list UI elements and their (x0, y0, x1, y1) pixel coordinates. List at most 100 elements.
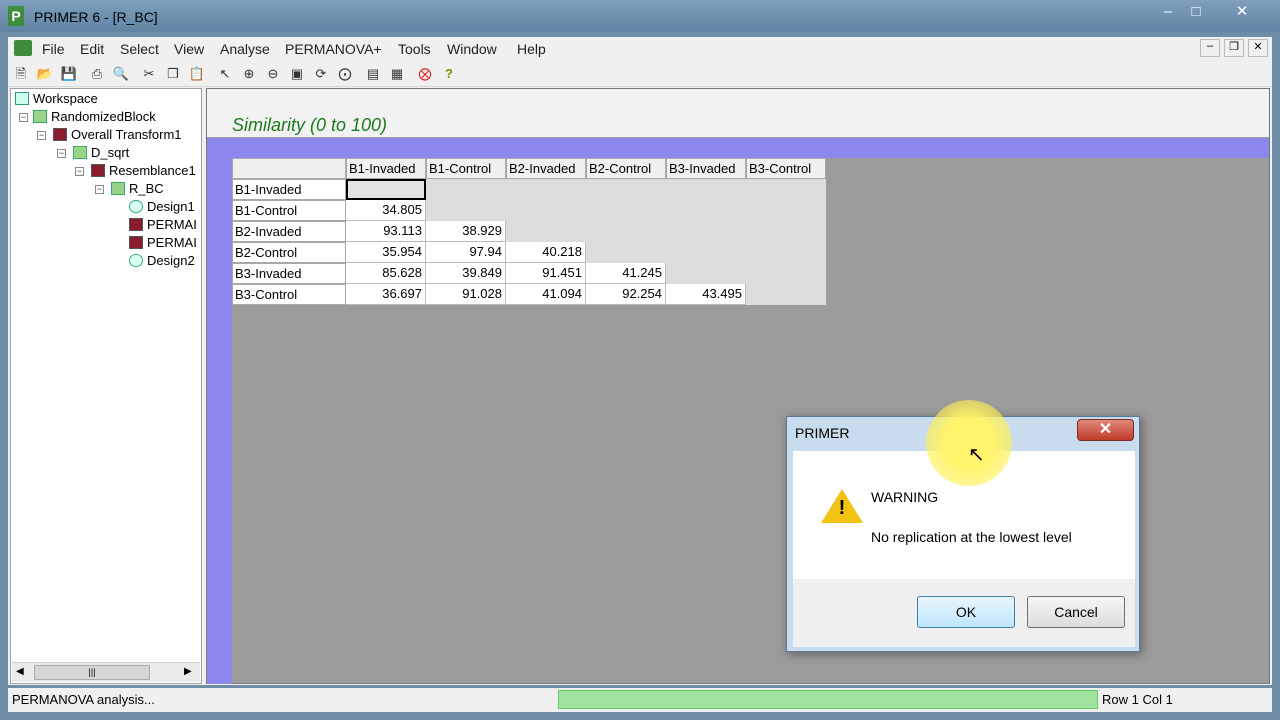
mdi-restore-button[interactable]: ❐ (1224, 39, 1244, 57)
workspace-tree: Workspace − RandomizedBlock − Overall Tr… (10, 88, 202, 684)
row-header[interactable]: B1-Control (232, 200, 346, 221)
tree-node-resemblance[interactable]: Resemblance1 (91, 163, 196, 178)
matrix-cell[interactable]: 97.94 (426, 242, 506, 263)
column-header[interactable]: B1-Invaded (346, 158, 426, 179)
grid-left-border (207, 158, 232, 684)
resemblance-icon (91, 164, 105, 177)
column-header[interactable]: B2-Invaded (506, 158, 586, 179)
selected-cell[interactable] (346, 179, 426, 200)
workspace-icon (15, 92, 29, 105)
matrix-cell[interactable]: 93.113 (346, 221, 426, 242)
plot-icon[interactable]: ▦ (388, 65, 406, 83)
zoom-fit-icon[interactable]: ▣ (288, 65, 306, 83)
tree-node-permanova2[interactable]: PERMAI (129, 235, 197, 250)
tree-node-design1[interactable]: Design1 (129, 199, 195, 214)
doc-icon (14, 40, 32, 56)
tree-node-workspace[interactable]: Workspace (15, 91, 98, 106)
matrix-cell[interactable]: 41.245 (586, 263, 666, 284)
crop-icon[interactable]: ⨀ (336, 65, 354, 83)
menu-permanova[interactable]: PERMANOVA+ (285, 41, 382, 57)
matrix-cell[interactable]: 34.805 (346, 200, 426, 221)
mdi-close-button[interactable]: ✕ (1248, 39, 1268, 57)
tree-expander[interactable]: − (95, 185, 104, 194)
help-icon[interactable]: ? (440, 65, 458, 83)
tree-horizontal-scrollbar[interactable]: ◀ ||| ▶ (12, 662, 200, 682)
menu-edit[interactable]: Edit (80, 41, 104, 57)
row-header[interactable]: B3-Control (232, 284, 346, 305)
copy-icon[interactable]: ❐ (164, 65, 182, 83)
tree-node-overall-transform[interactable]: Overall Transform1 (53, 127, 182, 142)
matrix-cell[interactable]: 91.451 (506, 263, 586, 284)
window-title: PRIMER 6 - [R_BC] (34, 9, 158, 25)
empty-cells (586, 242, 826, 263)
tree-expander[interactable]: − (37, 131, 46, 140)
column-header[interactable]: B3-Invaded (666, 158, 746, 179)
matrix-cell[interactable]: 40.218 (506, 242, 586, 263)
print-icon[interactable]: ⎙ (88, 65, 106, 83)
transform-icon (53, 128, 67, 141)
paste-icon[interactable]: 📋 (188, 65, 206, 83)
tree-node-r-bc[interactable]: R_BC (111, 181, 164, 196)
stop-icon[interactable]: ⨂ (416, 65, 434, 83)
sheet-icon (33, 110, 47, 123)
zoom-out-icon[interactable]: ⊖ (264, 65, 282, 83)
menu-select[interactable]: Select (120, 41, 159, 57)
open-icon[interactable]: 📂 (36, 65, 54, 83)
ok-button[interactable]: OK (917, 596, 1015, 628)
maximize-button[interactable]: □ (1176, 2, 1216, 24)
status-text: PERMANOVA analysis... (12, 692, 155, 707)
close-button[interactable]: ✕ (1222, 2, 1262, 24)
chart-icon[interactable]: ▤ (364, 65, 382, 83)
print-preview-icon[interactable]: 🔍 (112, 65, 130, 83)
menu-tools[interactable]: Tools (398, 41, 431, 57)
tree-node-randomizedblock[interactable]: RandomizedBlock (33, 109, 156, 124)
menu-file[interactable]: File (42, 41, 65, 57)
page-title: Similarity (0 to 100) (232, 115, 388, 135)
zoom-in-icon[interactable]: ⊕ (240, 65, 258, 83)
save-icon[interactable]: 💾 (60, 65, 78, 83)
empty-cells (746, 284, 826, 305)
matrix-cell[interactable]: 38.929 (426, 221, 506, 242)
matrix-cell[interactable]: 85.628 (346, 263, 426, 284)
matrix-cell[interactable]: 39.849 (426, 263, 506, 284)
empty-cells (426, 179, 826, 200)
tree-node-permanova1[interactable]: PERMAI (129, 217, 197, 232)
tree-node-design2[interactable]: Design2 (129, 253, 195, 268)
cancel-button[interactable]: Cancel (1027, 596, 1125, 628)
progress-bar (558, 690, 1098, 709)
row-col-indicator: Row 1 Col 1 (1102, 692, 1173, 707)
scroll-right-icon[interactable]: ▶ (184, 666, 192, 677)
scroll-thumb[interactable]: ||| (34, 665, 150, 680)
menu-window[interactable]: Window (447, 41, 497, 57)
toolbar: 🗎 📂 💾 ⎙ 🔍 ✂ ❐ 📋 ↖ ⊕ ⊖ ▣ ⟳ ⨀ ▤ ▦ ⨂ ? (8, 61, 1272, 87)
row-header[interactable]: B3-Invaded (232, 263, 346, 284)
matrix-cell[interactable]: 36.697 (346, 284, 426, 305)
matrix-cell[interactable]: 35.954 (346, 242, 426, 263)
pointer-icon[interactable]: ↖ (216, 65, 234, 83)
sheet-icon (73, 146, 87, 159)
tree-node-d-sqrt[interactable]: D_sqrt (73, 145, 129, 160)
matrix-cell[interactable]: 41.094 (506, 284, 586, 305)
tree-expander[interactable]: − (19, 113, 28, 122)
row-header[interactable]: B2-Invaded (232, 221, 346, 242)
rotate-icon[interactable]: ⟳ (312, 65, 330, 83)
column-header[interactable]: B1-Control (426, 158, 506, 179)
cut-icon[interactable]: ✂ (140, 65, 158, 83)
column-header[interactable]: B2-Control (586, 158, 666, 179)
scroll-left-icon[interactable]: ◀ (16, 666, 24, 677)
tree-expander[interactable]: − (75, 167, 84, 176)
menu-view[interactable]: View (174, 41, 204, 57)
column-header[interactable]: B3-Control (746, 158, 826, 179)
status-bar: PERMANOVA analysis... Row 1 Col 1 (8, 688, 1272, 712)
dialog-close-button[interactable]: ✕ (1077, 419, 1134, 441)
matrix-cell[interactable]: 91.028 (426, 284, 506, 305)
matrix-cell[interactable]: 92.254 (586, 284, 666, 305)
menu-analyse[interactable]: Analyse (220, 41, 270, 57)
row-header[interactable]: B1-Invaded (232, 179, 346, 200)
new-icon[interactable]: 🗎 (12, 65, 30, 83)
mdi-minimize-button[interactable]: – (1200, 39, 1220, 57)
menu-help[interactable]: Help (517, 41, 546, 57)
row-header[interactable]: B2-Control (232, 242, 346, 263)
matrix-cell[interactable]: 43.495 (666, 284, 746, 305)
tree-expander[interactable]: − (57, 149, 66, 158)
